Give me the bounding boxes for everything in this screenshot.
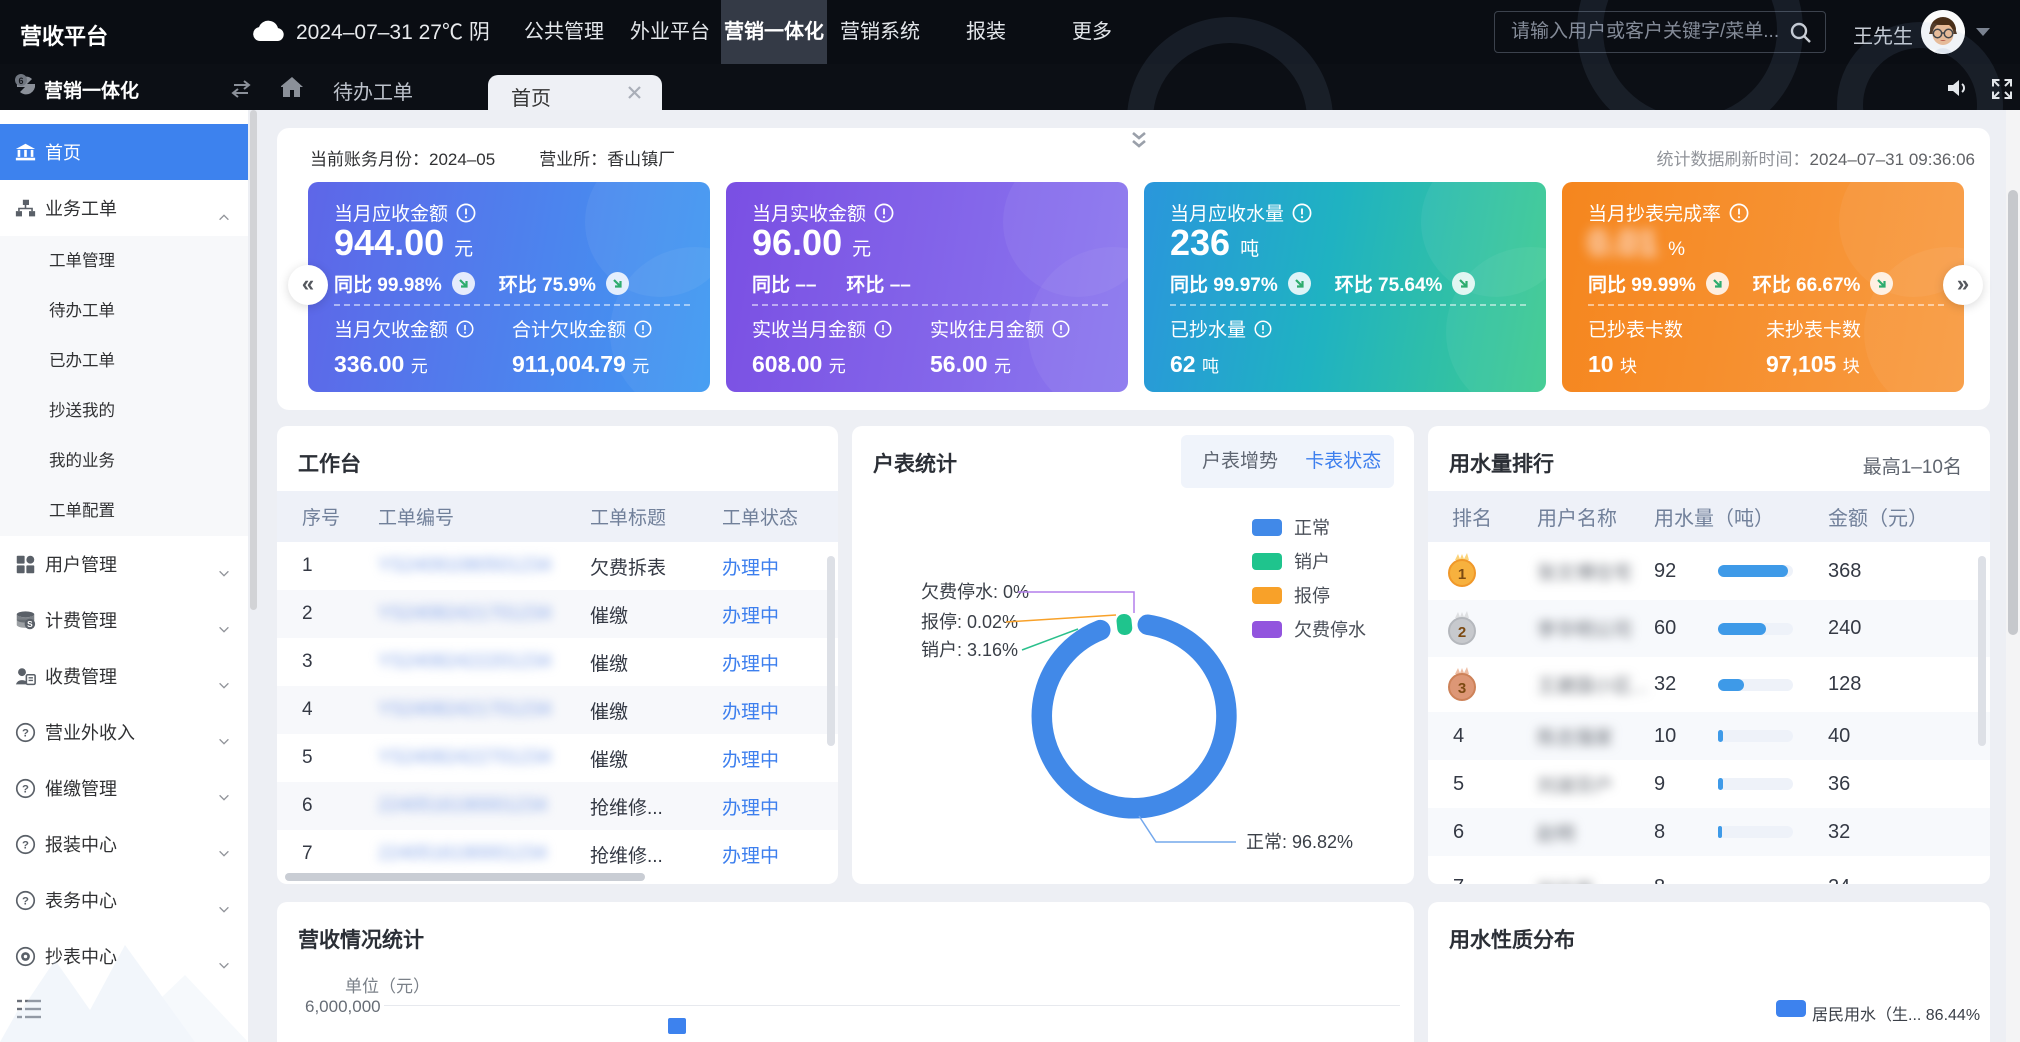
svg-text:报停: 报停 [1294,586,1330,606]
svg-text:6: 6 [18,76,23,86]
svg-text:?: ? [22,783,29,795]
svg-text:?: ? [22,895,29,907]
svg-text:正常: 正常 [1294,518,1330,538]
svg-text:欠费停水: 0%: 欠费停水: 0% [921,582,1029,602]
svg-text:?: ? [22,727,29,739]
svg-text:S: S [27,618,33,628]
svg-text:3: 3 [1458,680,1466,697]
svg-text:销户: 3.16%: 销户: 3.16% [921,640,1018,660]
svg-text:1: 1 [1458,566,1466,583]
svg-text:销户: 销户 [1294,552,1330,572]
svg-text:正常: 96.82%: 正常: 96.82% [1246,832,1353,852]
svg-text:?: ? [22,839,29,851]
svg-text:报停: 0.02%: 报停: 0.02% [921,612,1018,632]
svg-text:欠费停水: 欠费停水 [1294,620,1366,640]
svg-text:2: 2 [1458,624,1466,641]
